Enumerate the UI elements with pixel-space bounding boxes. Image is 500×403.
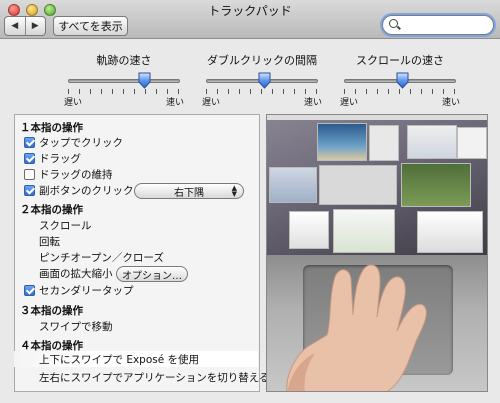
search-icon	[389, 19, 398, 28]
secondary-click-popup-value: 右下隅	[174, 187, 204, 199]
window-thumbnail	[369, 125, 399, 161]
window-thumbnail	[333, 209, 395, 253]
slider-max-label: 速い	[441, 98, 460, 108]
secondary-tap-checkbox[interactable]	[24, 285, 35, 296]
tap-to-click-label: タップでクリック	[39, 137, 123, 149]
window-thumbnail	[269, 167, 317, 203]
scroll-speed-thumb[interactable]	[396, 72, 409, 89]
tracking-speed-title: 軌跡の速さ	[96, 54, 152, 67]
window-thumbnail	[319, 165, 397, 205]
double-click-speed-thumb[interactable]	[258, 72, 271, 89]
slider-min-label: 遅い	[340, 98, 359, 108]
nav-segment: ◀ ▶	[4, 16, 46, 36]
secondary-click-checkbox[interactable]	[24, 185, 35, 196]
tracking-speed-ticks	[68, 89, 180, 94]
secondary-click-popup[interactable]: 右下隅 ▲ ▼	[134, 183, 244, 199]
show-all-button[interactable]: すべてを表示	[53, 16, 128, 36]
popup-updown-icon: ▲ ▼	[231, 184, 237, 198]
tap-to-click-checkbox[interactable]	[24, 137, 35, 148]
tracking-speed-slider-group: 軌跡の速さ 遅い 速い	[64, 52, 184, 110]
window-thumbnail	[401, 163, 471, 207]
secondary-tap-label: セカンダリータップ	[39, 285, 134, 297]
expose-screen-preview	[267, 115, 487, 255]
slider-max-label: 速い	[165, 98, 184, 108]
zoom-options-button[interactable]: オプション…	[116, 266, 188, 282]
drag-lock-checkbox[interactable]	[24, 169, 35, 180]
title-bar: トラックパッド ◀ ▶ すべてを表示	[0, 0, 500, 39]
dragging-label: ドラッグ	[39, 153, 81, 165]
gesture-demo-video	[266, 114, 488, 392]
double-click-speed-title: ダブルクリックの間隔	[207, 54, 317, 67]
tracking-speed-thumb[interactable]	[138, 72, 151, 89]
double-click-speed-slider-group: ダブルクリックの間隔 遅い 速い	[202, 52, 322, 110]
back-arrow-icon[interactable]: ◀	[5, 17, 25, 35]
forward-arrow-icon[interactable]: ▶	[24, 17, 46, 35]
window-thumbnail	[457, 127, 487, 159]
window-thumbnail	[317, 123, 367, 161]
drag-lock-label: ドラッグの維持	[39, 169, 113, 181]
search-input[interactable]	[401, 17, 487, 31]
secondary-click-label: 副ボタンのクリック	[39, 185, 134, 197]
slider-min-label: 遅い	[202, 98, 221, 108]
window-thumbnail	[407, 125, 457, 159]
scroll-speed-ticks	[344, 89, 456, 94]
dragging-checkbox[interactable]	[24, 153, 35, 164]
window-thumbnail	[417, 211, 483, 253]
scroll-speed-slider-group: スクロールの速さ 遅い 速い	[340, 52, 460, 110]
menu-bar-preview	[267, 115, 487, 120]
trackpad-photo	[267, 255, 487, 391]
double-click-speed-ticks	[206, 89, 318, 94]
slider-min-label: 遅い	[64, 98, 83, 108]
hand-image	[286, 264, 427, 391]
scroll-speed-title: スクロールの速さ	[356, 54, 444, 67]
search-field[interactable]	[382, 15, 494, 35]
window-thumbnail	[289, 211, 329, 249]
tracking-speed-track[interactable]	[68, 79, 180, 83]
slider-max-label: 速い	[303, 98, 322, 108]
